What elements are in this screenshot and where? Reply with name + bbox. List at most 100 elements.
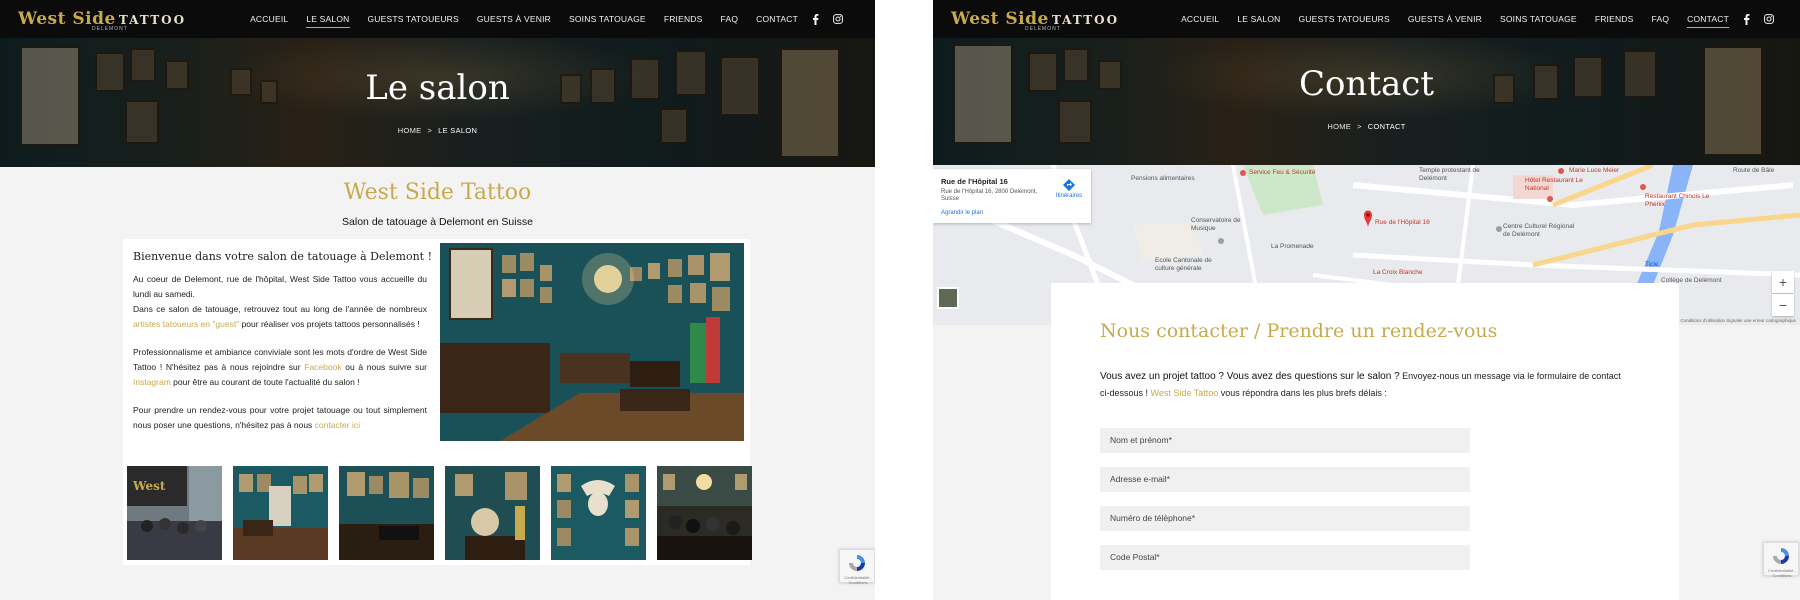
facebook-icon[interactable] <box>812 13 819 25</box>
breadcrumb-separator: > <box>427 126 433 135</box>
svg-text:West: West <box>132 479 166 493</box>
map-label-promenade: La Promenade <box>1271 243 1314 250</box>
nav-soins-tatouage[interactable]: Soins tatouage <box>1500 11 1577 27</box>
breadcrumb: Home > Contact <box>933 122 1800 131</box>
logo-subtitle: DELEMONT <box>1025 26 1061 32</box>
facebook-link[interactable]: Facebook <box>304 362 341 372</box>
hero-title: Contact <box>1298 64 1435 104</box>
nav-faq[interactable]: FAQ <box>721 11 739 27</box>
zoom-in-button[interactable]: + <box>1772 271 1794 293</box>
map-terms[interactable]: Conditions d'utilisation Signaler une er… <box>1680 318 1796 323</box>
directions-button[interactable]: Itinéraires <box>1053 179 1085 199</box>
map-label-ticle: Ticle <box>1645 261 1659 268</box>
name-field[interactable]: Nom et prénom* <box>1100 428 1470 453</box>
breadcrumb-separator: > <box>1357 122 1362 131</box>
gallery-thumb-2[interactable] <box>233 466 328 560</box>
logo-word-tattoo: TATTOO <box>118 13 187 27</box>
map-label-chinois: Restaurant Chinois Le Phenix <box>1645 193 1710 208</box>
nav-guests-a-venir[interactable]: Guests à venir <box>1408 11 1482 27</box>
recaptcha-icon <box>849 555 865 571</box>
directions-label: Itinéraires <box>1055 193 1083 199</box>
instagram-icon[interactable] <box>833 14 843 24</box>
phone-field[interactable]: Numéro de téléphone* <box>1100 506 1470 531</box>
map-label-temple: Temple protestant de Delémont <box>1419 167 1480 182</box>
breadcrumb-home[interactable]: Home <box>1327 122 1351 131</box>
zoom-out-button[interactable]: − <box>1772 294 1794 316</box>
map-label-marie-luce: Marie Luce Meier <box>1569 167 1620 174</box>
recaptcha-badge[interactable]: Confidentialité - Conditions <box>839 549 875 585</box>
recaptcha-badge[interactable]: Confidentialité - Conditions <box>1763 542 1799 578</box>
section-subtitle: Salon de tatouage à Delemont en Suisse <box>342 216 533 228</box>
contact-form-card: Nous contacter / Prendre un rendez-vous … <box>1051 283 1679 600</box>
intro-text-2b: ou à nous suivre sur <box>341 362 427 372</box>
top-navigation-bar: West Side TATTOO DELEMONT Accueil Le sal… <box>933 0 1800 38</box>
map-info-title: Rue de l'Hôpital 16 <box>941 177 1008 186</box>
nav-contact[interactable]: Contact <box>1687 11 1729 28</box>
intro-text-1a: Au coeur de Delemont, rue de l'hôpital, … <box>133 274 427 299</box>
intro-text-1c: pour réaliser vos projets tattoos person… <box>239 319 420 329</box>
contact-intro: Vous avez un projet tattoo ? Vous avez d… <box>1100 368 1630 401</box>
nav-accueil[interactable]: Accueil <box>250 11 288 27</box>
intro-paragraph-3: Pour prendre un rendez-vous pour votre p… <box>133 403 427 433</box>
map-layer-toggle[interactable] <box>937 287 959 309</box>
map-label-conservatoire: Conservatoire de Musique <box>1191 217 1241 232</box>
enlarge-map-link[interactable]: Agrandir le plan <box>941 210 983 216</box>
top-navigation-bar: West Side TATTOO DELEMONT Accueil Le sal… <box>0 0 875 38</box>
nav-soins-tatouage[interactable]: Soins tatouage <box>569 11 646 27</box>
map-pin-label: Rue de l'Hôpital 16 <box>1375 219 1430 226</box>
gallery-thumb-1[interactable]: West <box>127 466 222 560</box>
guest-artists-link[interactable]: artistes tatoueurs en "guest" <box>133 319 239 329</box>
breadcrumb: Home > Le salon <box>0 126 875 135</box>
contact-intro-text-2: vous répondra dans les plus brefs délais… <box>1218 388 1387 398</box>
nav-guests-a-venir[interactable]: Guests à venir <box>477 11 551 27</box>
nav-accueil[interactable]: Accueil <box>1181 11 1219 27</box>
gallery-thumb-6[interactable] <box>657 466 752 560</box>
salon-photo <box>440 243 744 441</box>
gallery-thumb-5[interactable] <box>551 466 646 560</box>
intro-title: Bienvenue dans votre salon de tatouage à… <box>133 250 433 263</box>
nav-contact[interactable]: Contact <box>756 11 798 27</box>
nav-le-salon[interactable]: Le salon <box>306 11 350 28</box>
le-salon-page: West Side TATTOO DELEMONT Accueil Le sal… <box>0 0 875 600</box>
nav-guests-tatoueurs[interactable]: Guests tatoueurs <box>368 11 459 27</box>
email-field[interactable]: Adresse e-mail* <box>1100 467 1470 492</box>
section-title: West Side Tattoo <box>343 180 532 205</box>
nav-le-salon[interactable]: Le salon <box>1237 11 1280 27</box>
breadcrumb-current: Contact <box>1367 122 1406 131</box>
breadcrumb-home[interactable]: Home <box>398 126 422 135</box>
contact-here-link[interactable]: contacter ici <box>315 420 360 430</box>
main-menu: Accueil Le salon Guests tatoueurs Guests… <box>1163 0 1774 38</box>
intro-card: Bienvenue dans votre salon de tatouage à… <box>123 239 752 565</box>
gallery-thumb-4[interactable] <box>445 466 540 560</box>
intro-text-2c: pour être au courant de toute l'actualit… <box>170 377 360 387</box>
nav-friends[interactable]: Friends <box>664 11 703 27</box>
map-label-ecole: Ecole Cantonale de culture générale <box>1155 257 1212 272</box>
main-menu: Accueil Le salon Guests tatoueurs Guests… <box>232 0 843 38</box>
map-info-address: Rue de l'Hôpital 16, 2800 Delémont, Suis… <box>941 189 1038 202</box>
map-label-croix-blanche: La Croix Blanche <box>1373 269 1423 276</box>
intro-text-1b: Dans ce salon de tatouage, retrouvez tou… <box>133 304 427 314</box>
nav-guests-tatoueurs[interactable]: Guests tatoueurs <box>1299 11 1390 27</box>
map-info-card: Rue de l'Hôpital 16 Rue de l'Hôpital 16,… <box>933 169 1091 223</box>
recaptcha-text: Confidentialité - Conditions <box>844 575 872 585</box>
recaptcha-text: Confidentialité - Conditions <box>1768 568 1796 578</box>
nav-faq[interactable]: FAQ <box>1652 11 1670 27</box>
instagram-icon[interactable] <box>1764 14 1774 24</box>
map-label-hotel: Hôtel Restaurant Le National <box>1525 177 1583 192</box>
map-label-pensions: Pensions alimentaires <box>1131 175 1195 182</box>
intro-paragraph-2: Professionnalisme et ambiance conviviale… <box>133 345 427 390</box>
map-label-service-feu: Service Feu & Sécurité <box>1249 169 1316 176</box>
breadcrumb-current: Le salon <box>438 126 478 135</box>
directions-icon <box>1063 179 1075 191</box>
intro-text-3a: Pour prendre un rendez-vous pour votre p… <box>133 405 427 430</box>
facebook-icon[interactable] <box>1743 13 1750 25</box>
gallery-thumb-3[interactable] <box>339 466 434 560</box>
recaptcha-icon <box>1773 548 1789 564</box>
map-label-centre-culturel: Centre Culturel Régional de Delémont <box>1503 223 1575 238</box>
nav-friends[interactable]: Friends <box>1595 11 1634 27</box>
postal-code-field[interactable]: Code Postal* <box>1100 545 1470 570</box>
contact-page: West Side TATTOO DELEMONT Accueil Le sal… <box>933 0 1800 600</box>
west-side-tattoo-link[interactable]: West Side Tattoo <box>1151 388 1219 398</box>
logo-word-tattoo: TATTOO <box>1051 13 1120 27</box>
instagram-link[interactable]: Instagram <box>133 377 171 387</box>
